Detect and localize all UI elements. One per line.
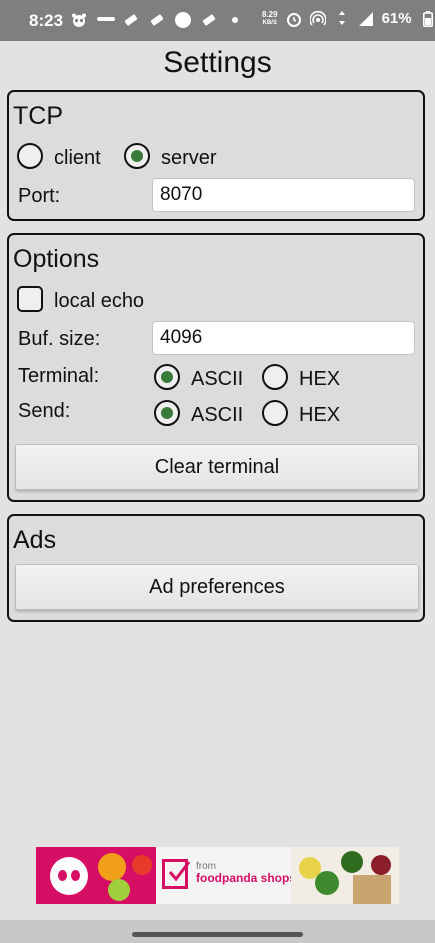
ads-group-title: Ads <box>13 526 57 554</box>
notification-icons <box>71 12 243 28</box>
terminal-hex-radio[interactable] <box>262 364 288 390</box>
ad-brand-text: foodpanda shops <box>196 871 296 885</box>
client-label[interactable]: client <box>54 147 101 170</box>
buf-size-label: Buf. size: <box>18 328 101 350</box>
port-label: Port: <box>18 185 61 207</box>
panda-logo-icon <box>50 857 88 895</box>
net-speed-value: 8.29 <box>262 9 278 19</box>
battery-icon <box>420 10 435 27</box>
signal-icon <box>358 11 374 27</box>
net-speed: 8.29 KB/S <box>262 9 278 27</box>
options-group: Options local echo Buf. size: 4096 Termi… <box>7 233 425 502</box>
status-bar: 8:23 8.29 KB/S 61% <box>0 0 435 41</box>
status-right: 8.29 KB/S 61% <box>262 10 435 27</box>
data-arrows-icon <box>334 10 350 27</box>
send-ascii-radio[interactable] <box>154 400 180 426</box>
buf-size-input[interactable]: 4096 <box>152 321 415 355</box>
ad-preferences-button[interactable]: Ad preferences <box>15 564 419 610</box>
wine-icon <box>371 855 391 875</box>
navigation-bar <box>0 920 435 943</box>
send-label: Send: <box>18 400 71 422</box>
send-hex-radio[interactable] <box>262 400 288 426</box>
ad-center-panel: from foodpanda shops <box>156 847 306 904</box>
hotspot-icon <box>308 10 327 27</box>
local-echo-label[interactable]: local echo <box>54 290 144 313</box>
tcp-group-title: TCP <box>13 102 63 130</box>
apple-icon <box>108 879 130 901</box>
options-group-title: Options <box>13 245 100 273</box>
terminal-ascii-radio[interactable] <box>154 364 180 390</box>
terminal-hex-label[interactable]: HEX <box>299 368 340 391</box>
orange-icon <box>98 853 126 881</box>
grocery-bag-icon <box>353 875 391 904</box>
home-gesture-handle[interactable] <box>132 932 303 937</box>
ticket-icon <box>201 12 217 28</box>
panda-notification-icon <box>71 12 87 28</box>
client-radio[interactable] <box>17 143 43 169</box>
port-input[interactable]: 8070 <box>152 178 415 212</box>
local-echo-checkbox[interactable] <box>17 286 43 312</box>
ad-banner[interactable]: from foodpanda shops <box>36 847 399 904</box>
tomato-icon <box>132 855 152 875</box>
check-logo-icon <box>162 859 191 889</box>
net-speed-unit: KB/S <box>262 19 277 26</box>
app-notification-icon <box>97 12 115 28</box>
send-hex-label[interactable]: HEX <box>299 404 340 427</box>
dot-icon <box>227 12 243 28</box>
greens-icon <box>341 851 363 873</box>
server-radio[interactable] <box>124 143 150 169</box>
battery-percent: 61% <box>381 10 412 27</box>
ticket-icon <box>123 12 139 28</box>
alarm-icon <box>286 11 302 27</box>
send-ascii-label[interactable]: ASCII <box>191 404 243 427</box>
server-label[interactable]: server <box>161 147 217 170</box>
terminal-ascii-label[interactable]: ASCII <box>191 368 243 391</box>
tcp-group: TCP client server Port: 8070 <box>7 90 425 221</box>
terminal-label: Terminal: <box>18 365 100 387</box>
status-time: 8:23 <box>29 11 64 30</box>
ads-group: Ads Ad preferences <box>7 514 425 622</box>
clear-terminal-button[interactable]: Clear terminal <box>15 444 419 490</box>
ticket-icon <box>149 12 165 28</box>
circle-notification-icon <box>175 12 191 28</box>
page-title: Settings <box>163 46 272 79</box>
vegetable-icon <box>315 871 339 895</box>
ad-groceries-image <box>291 847 399 904</box>
ad-left-panel <box>36 847 156 904</box>
